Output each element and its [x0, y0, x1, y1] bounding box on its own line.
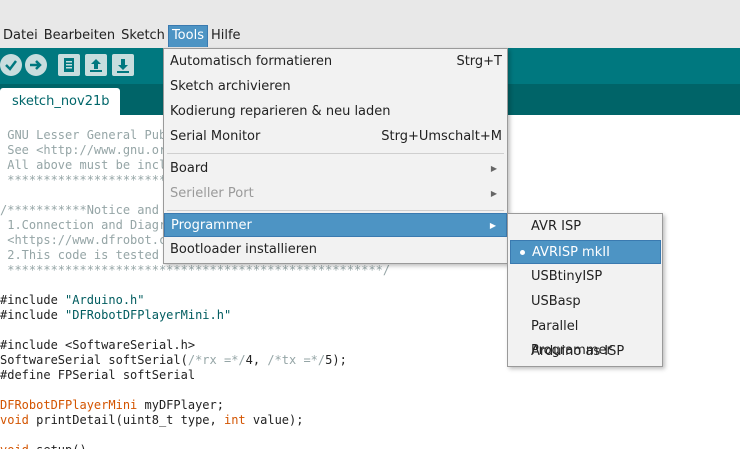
tab-sketch[interactable]: sketch_nov21b [0, 88, 120, 115]
code-line: #include <SoftwareSerial.h> [0, 338, 195, 353]
code-token: "DFRobotDFPlayerMini.h" [65, 308, 232, 322]
new-sketch-button[interactable] [58, 54, 80, 76]
menu-item-programmer[interactable]: Programmer ▶ [164, 213, 507, 237]
window-top-strip [0, 0, 740, 24]
code-token: DFRobotDFPlayerMini [0, 398, 138, 412]
code-token: /*rx =*/ [187, 353, 246, 367]
code-token: int [223, 413, 246, 427]
menu-bearbeiten[interactable]: Bearbeiten [41, 25, 118, 47]
code-token: printDetail(uint8_t type, [28, 413, 224, 427]
menu-datei[interactable]: Datei [0, 25, 41, 47]
programmer-option[interactable]: USBasp [508, 290, 662, 314]
menu-item-label: Board [170, 161, 209, 176]
code-token: myDFPlayer; [137, 398, 224, 412]
menu-hilfe[interactable]: Hilfe [208, 25, 244, 47]
code-token: #include <SoftwareSerial.h> [0, 338, 196, 352]
code-token: SoftwareSerial softSerial( [0, 353, 188, 367]
open-button[interactable] [85, 54, 107, 76]
submenu-arrow-icon: ▶ [489, 221, 496, 230]
shortcut-label: Strg+T [456, 54, 502, 69]
programmer-option[interactable]: USBtinyISP [508, 265, 662, 289]
code-line: DFRobotDFPlayerMini myDFPlayer; [0, 398, 224, 413]
code-line: GNU Lesser General Publ [0, 128, 173, 143]
code-token: /***********Notice and T [0, 203, 174, 217]
menu-item-archive-sketch[interactable]: Sketch archivieren [164, 75, 507, 99]
code-token: #define FPSerial softSerial [0, 368, 196, 382]
code-line: 2.This code is tested o [0, 248, 173, 263]
new-file-icon [64, 58, 74, 72]
verify-button[interactable] [0, 54, 22, 76]
code-token: setup() [29, 443, 87, 449]
menu-item-label: Automatisch formatieren [170, 54, 333, 69]
open-arrow-icon [90, 59, 102, 72]
code-token: 5); [325, 353, 347, 367]
tools-menu: Automatisch formatieren Strg+T Sketch ar… [163, 48, 508, 264]
code-line: ****************************************… [0, 263, 390, 278]
menu-item-label: Bootloader installieren [170, 242, 317, 257]
save-arrow-icon [117, 59, 129, 73]
code-line: void setup() [0, 443, 87, 449]
menu-separator [167, 210, 504, 211]
menu-item-fix-encoding[interactable]: Kodierung reparieren & neu laden [164, 100, 507, 124]
menu-item-serial-monitor[interactable]: Serial Monitor Strg+Umschalt+M [164, 125, 507, 149]
code-token: /*tx =*/ [267, 353, 326, 367]
menu-item-serial-port: Serieller Port ▶ [164, 182, 507, 206]
code-token: #include [0, 293, 66, 307]
code-line: #include "DFRobotDFPlayerMini.h" [0, 308, 231, 323]
code-line: <https://www.dfrobot.co [0, 233, 173, 248]
menu-item-label: Sketch archivieren [170, 79, 291, 94]
code-line: 1.Connection and Diagra [0, 218, 173, 233]
code-token: 4, [245, 353, 268, 367]
code-token: 1.Connection and Diagra [0, 218, 174, 232]
code-token: "Arduino.h" [65, 293, 145, 307]
menu-item-auto-format[interactable]: Automatisch formatieren Strg+T [164, 50, 507, 74]
code-token: void [0, 443, 29, 449]
programmer-option[interactable]: Parallel Programmer [508, 315, 662, 358]
programmer-submenu: AVR ISP AVRISP mkII USBtinyISP USBasp Pa… [507, 213, 663, 367]
menubar: Datei Bearbeiten Sketch Tools Hilfe [0, 24, 740, 48]
upload-arrow-icon [30, 60, 42, 70]
menu-item-board[interactable]: Board ▶ [164, 157, 507, 181]
menu-item-burn-bootloader[interactable]: Bootloader installieren [164, 238, 507, 262]
code-token: GNU Lesser General Publ [0, 128, 174, 142]
menu-item-label: Programmer [171, 218, 252, 233]
code-token: All above must be inclu [0, 158, 174, 172]
code-token: ****************************************… [0, 263, 391, 277]
code-line: See <http://www.gnu.org [0, 143, 173, 158]
save-button[interactable] [112, 54, 134, 76]
code-token: See <http://www.gnu.org [0, 143, 174, 157]
radio-selected-icon [520, 250, 525, 255]
code-token: #include [0, 308, 66, 322]
code-token: *********************** [0, 173, 174, 187]
code-line: #include "Arduino.h" [0, 293, 145, 308]
code-token: value); [245, 413, 304, 427]
shortcut-label: Strg+Umschalt+M [381, 129, 502, 144]
code-line: SoftwareSerial softSerial(/*rx =*/4, /*t… [0, 353, 347, 368]
menu-item-label: Kodierung reparieren & neu laden [170, 104, 391, 119]
code-token: 2.This code is tested o [0, 248, 174, 262]
menu-item-label: Serieller Port [170, 186, 254, 201]
menu-separator [167, 153, 504, 154]
menu-item-label: Serial Monitor [170, 129, 261, 144]
code-token: void [0, 413, 29, 427]
programmer-option-selected[interactable]: AVRISP mkII [510, 240, 661, 264]
programmer-option[interactable]: AVR ISP [508, 215, 662, 239]
code-line: All above must be inclu [0, 158, 173, 173]
code-line: /***********Notice and T [0, 203, 173, 218]
menu-tools[interactable]: Tools [167, 25, 208, 47]
submenu-arrow-icon: ▶ [490, 189, 497, 198]
programmer-option[interactable]: Arduino as ISP [508, 340, 662, 364]
upload-button[interactable] [25, 54, 47, 76]
verify-icon [5, 60, 17, 71]
programmer-option-label: AVRISP mkII [532, 245, 610, 260]
code-line: void printDetail(uint8_t type, int value… [0, 413, 303, 428]
code-token: <https://www.dfrobot.co [0, 233, 174, 247]
menu-sketch[interactable]: Sketch [118, 25, 168, 47]
submenu-arrow-icon: ▶ [490, 164, 497, 173]
code-line: *********************** [0, 173, 173, 188]
code-line: #define FPSerial softSerial [0, 368, 195, 383]
